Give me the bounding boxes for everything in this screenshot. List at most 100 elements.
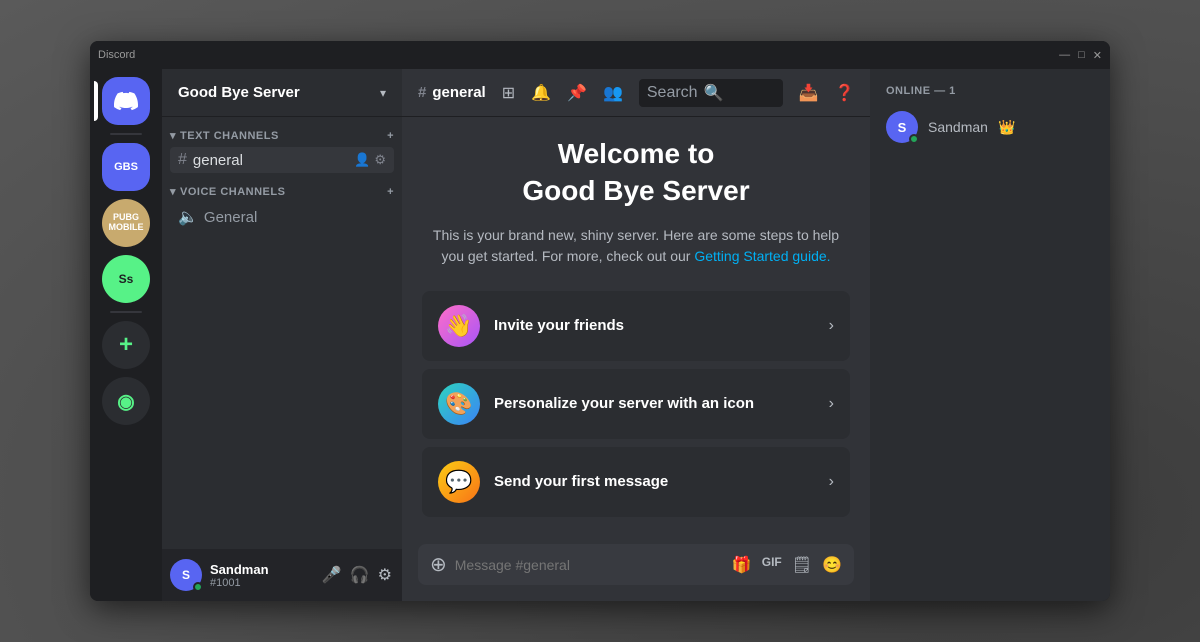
main-content: # general ⊞ 🔔 📌 👥 Search 🔍 📥 ❓ [402,69,870,601]
explore-button[interactable]: ◉ [102,377,150,425]
search-icon: 🔍 [704,83,724,103]
message-input-area: ⊕ 🎁 GIF 🗒 😊 [402,544,870,601]
member-avatar-sandman: S [886,111,918,143]
server-icon-gbs[interactable]: GBS [102,143,150,191]
server-icon-pubg[interactable]: PUBGMOBILE [102,199,150,247]
user-tag: #1001 [210,577,312,589]
voice-channels-category[interactable]: ▾ VOICE CHANNELS + [162,181,402,202]
voice-channels-label: VOICE CHANNELS [180,186,285,198]
user-name: Sandman [210,562,312,577]
voice-channel-name: General [204,209,257,226]
sticker-icon[interactable]: 🗒 [792,555,812,575]
invite-icon: 👋 [438,305,480,347]
getting-started-link[interactable]: Getting Started guide. [694,248,830,264]
close-button[interactable]: ✕ [1093,49,1102,62]
welcome-title-line1: Welcome to [422,136,850,172]
personalize-chevron: › [829,395,834,413]
server-list-divider [110,133,142,135]
text-channels-chevron: ▾ [170,129,176,142]
hash-icon: # [178,151,187,169]
channel-general[interactable]: # general 👤 ⚙ [170,147,394,173]
gif-icon[interactable]: GIF [762,555,782,575]
welcome-title-line2: Good Bye Server [422,173,850,209]
header-icons: ⊞ 🔔 📌 👥 Search 🔍 📥 ❓ [502,79,855,107]
user-settings-button[interactable]: ⚙ [376,563,394,587]
maximize-button[interactable]: □ [1078,49,1085,62]
message-label: Send your first message [494,473,815,490]
welcome-container: Welcome to Good Bye Server This is your … [422,136,850,525]
inbox-icon[interactable]: 📥 [799,83,819,103]
user-controls: 🎤 🎧 ⚙ [320,563,394,587]
message-input[interactable] [455,557,724,573]
member-sandman[interactable]: S Sandman 👑 [878,105,1102,149]
window-controls: — □ ✕ [1059,49,1102,62]
message-chevron: › [829,473,834,491]
personalize-icon: 🎨 [438,383,480,425]
personalize-label: Personalize your server with an icon [494,395,815,412]
add-voice-channel-button[interactable]: + [387,186,394,198]
title-bar: Discord — □ ✕ [90,41,1110,69]
emoji-icon[interactable]: 😊 [822,555,842,575]
user-avatar: S [170,559,202,591]
deafen-button[interactable]: 🎧 [348,563,372,587]
user-avatar-text: S [182,568,190,582]
app-body: GBS PUBGMOBILE Ss + ◉ Good Bye Server ▾ [90,69,1110,601]
action-card-invite[interactable]: 👋 Invite your friends › [422,291,850,361]
server-name: Good Bye Server [178,84,300,101]
server-label-pubg: PUBGMOBILE [109,213,144,233]
search-bar[interactable]: Search 🔍 [639,79,783,107]
threads-icon[interactable]: ⊞ [502,83,515,103]
help-icon[interactable]: ❓ [835,83,855,103]
discord-home-button[interactable] [102,77,150,125]
text-channels-category[interactable]: ▾ TEXT CHANNELS + [162,125,402,146]
minimize-button[interactable]: — [1059,49,1070,62]
user-info: Sandman #1001 [210,562,312,589]
search-placeholder: Search [647,84,698,102]
welcome-subtitle: This is your brand new, shiny server. He… [422,225,850,267]
server-header[interactable]: Good Bye Server ▾ [162,69,402,117]
header-channel-label: general [432,84,485,101]
gift-icon[interactable]: 🎁 [732,555,752,575]
member-badge-sandman: 👑 [998,119,1015,136]
welcome-title: Welcome to Good Bye Server [422,136,850,209]
invite-label: Invite your friends [494,317,815,334]
voice-channels-chevron: ▾ [170,185,176,198]
text-channels-label: TEXT CHANNELS [180,130,279,142]
channel-header: # general ⊞ 🔔 📌 👥 Search 🔍 📥 ❓ [402,69,870,117]
server-icon-ss[interactable]: Ss [102,255,150,303]
message-icon: 💬 [438,461,480,503]
notifications-icon[interactable]: 🔔 [531,83,551,103]
header-hash-icon: # [418,84,426,101]
chat-area: Welcome to Good Bye Server This is your … [402,117,870,544]
add-text-channel-button[interactable]: + [387,130,394,142]
voice-channel-general[interactable]: 🔈 General [170,203,394,231]
input-actions: 🎁 GIF 🗒 😊 [732,555,842,575]
mute-button[interactable]: 🎤 [320,563,344,587]
action-card-personalize[interactable]: 🎨 Personalize your server with an icon › [422,369,850,439]
speaker-icon: 🔈 [178,207,198,227]
action-card-message[interactable]: 💬 Send your first message › [422,447,850,517]
discord-window: Discord — □ ✕ GBS PUBGMOBILE [90,41,1110,601]
add-attachment-button[interactable]: ⊕ [430,552,447,577]
members-icon[interactable]: 👥 [603,83,623,103]
server-label-gbs: GBS [114,161,138,173]
settings-icon[interactable]: ⚙ [374,152,386,168]
server-chevron-icon: ▾ [380,86,386,100]
message-input-box: ⊕ 🎁 GIF 🗒 😊 [418,544,854,585]
add-server-button[interactable]: + [102,321,150,369]
channel-name-general: general [193,152,243,169]
channel-list: ▾ TEXT CHANNELS + # general 👤 ⚙ [162,117,402,549]
app-title: Discord [98,49,135,61]
pinned-icon[interactable]: 📌 [567,83,587,103]
user-status-dot [193,582,203,592]
server-list: GBS PUBGMOBILE Ss + ◉ [90,69,162,601]
server-label-ss: Ss [119,272,134,286]
channel-sidebar: Good Bye Server ▾ ▾ TEXT CHANNELS + # ge… [162,69,402,601]
invite-chevron: › [829,317,834,335]
header-channel-name: # general [418,84,486,101]
server-list-divider-2 [110,311,142,313]
add-user-icon[interactable]: 👤 [354,152,370,168]
member-avatar-text: S [898,120,907,135]
member-status-dot [909,134,919,144]
user-panel: S Sandman #1001 🎤 🎧 ⚙ [162,549,402,601]
